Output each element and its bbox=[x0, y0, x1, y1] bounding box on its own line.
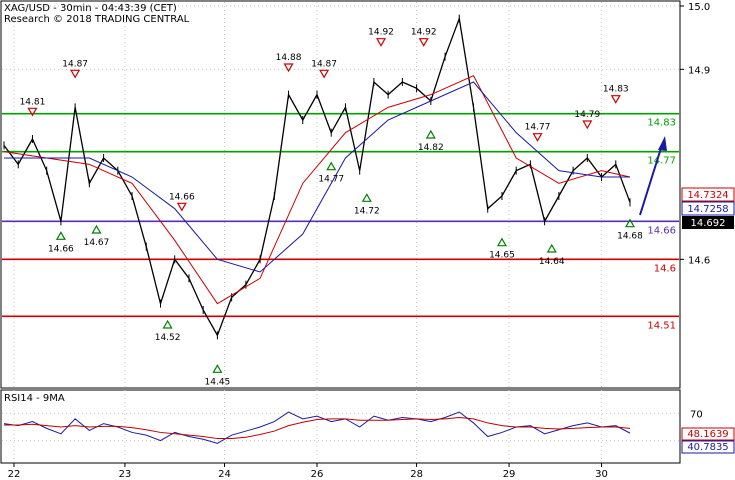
rsi-title: RSI14 - 9MA bbox=[4, 393, 65, 404]
price-box-last-label: 14.692 bbox=[691, 218, 726, 229]
annotation-label: 14.77 bbox=[525, 123, 551, 133]
annotation-label: 14.77 bbox=[318, 175, 344, 185]
support-marker-icon bbox=[326, 161, 337, 171]
price-panel-frame bbox=[0, 0, 681, 389]
level-label: 14.77 bbox=[647, 156, 676, 167]
annotation-label: 14.72 bbox=[354, 206, 380, 216]
annotation-label: 14.82 bbox=[418, 143, 444, 153]
rsi-layer: 7030 bbox=[2, 409, 703, 448]
level-label: 14.6 bbox=[654, 263, 676, 274]
annotation-label: 14.79 bbox=[574, 110, 600, 120]
x-tick-label: 29 bbox=[503, 469, 516, 480]
annotation-label: 14.66 bbox=[169, 192, 195, 202]
chart-copyright: Research © 2018 TRADING CENTRAL bbox=[4, 14, 190, 25]
resistance-marker-icon bbox=[319, 69, 330, 79]
rsi-tick-label: 70 bbox=[690, 409, 703, 420]
chart-window: 14.83 14.77 14.66 14.6 14.51 14.81 14.87 14.66… bbox=[0, 0, 735, 480]
annotation-label: 14.67 bbox=[84, 238, 110, 248]
price-chart: 14.83 14.77 14.66 14.6 14.51 14.81 14.87 14.66… bbox=[0, 0, 735, 480]
x-tick-label: 24 bbox=[218, 469, 231, 480]
support-marker-icon bbox=[496, 237, 507, 247]
level-label: 14.66 bbox=[647, 225, 676, 236]
resistance-marker-icon bbox=[176, 202, 187, 212]
annotation-label: 14.66 bbox=[48, 244, 74, 254]
annotation-label: 14.88 bbox=[276, 53, 302, 63]
price-box-red-label: 14.7324 bbox=[687, 190, 728, 201]
annotation-label: 14.87 bbox=[62, 59, 88, 69]
support-marker-icon bbox=[55, 231, 66, 240]
annotation-label: 14.87 bbox=[311, 59, 337, 69]
chart-title: XAG/USD - 30min - 04:43:39 (CET) bbox=[4, 3, 177, 14]
support-marker-icon bbox=[162, 319, 173, 329]
resistance-marker-icon bbox=[375, 38, 387, 47]
level-label: 14.51 bbox=[647, 320, 676, 331]
annotation-label: 14.81 bbox=[20, 97, 46, 107]
annotation-label: 14.68 bbox=[617, 232, 643, 242]
support-marker-icon bbox=[546, 243, 557, 253]
annotation-label: 14.64 bbox=[539, 257, 565, 267]
x-tick-label: 26 bbox=[311, 469, 324, 480]
annotation-label: 14.65 bbox=[489, 251, 515, 261]
support-marker-icon bbox=[361, 193, 372, 202]
resistance-marker-icon bbox=[70, 69, 81, 79]
axis-layer: 15.0 14.9 14.6 22 23 24 26 28 29 30 bbox=[8, 2, 711, 480]
price-box-blue-label: 14.7258 bbox=[687, 204, 728, 215]
resistance-marker-icon bbox=[610, 95, 621, 104]
rsi-ma-line bbox=[4, 416, 631, 440]
grid-layer bbox=[2, 2, 679, 462]
annotation-label: 14.92 bbox=[411, 28, 437, 38]
x-tick-label: 22 bbox=[8, 469, 21, 480]
level-layer: 14.83 14.77 14.66 14.6 14.51 bbox=[2, 112, 679, 331]
x-tick-label: 30 bbox=[595, 469, 608, 480]
annotation-label: 14.83 bbox=[603, 85, 629, 95]
support-marker-icon bbox=[425, 129, 436, 139]
annotation-label: 14.52 bbox=[155, 333, 181, 343]
resistance-marker-icon bbox=[283, 63, 294, 73]
annotation-label: 14.45 bbox=[205, 377, 231, 387]
annotation-label: 14.92 bbox=[368, 28, 394, 38]
y-tick-label: 14.9 bbox=[688, 65, 710, 76]
rsi-box-rsi-label: 40.7835 bbox=[687, 442, 728, 453]
x-tick-label: 23 bbox=[119, 469, 132, 480]
resistance-marker-icon bbox=[418, 38, 429, 47]
y-tick-label: 14.6 bbox=[688, 255, 710, 266]
forecast-arrow-icon bbox=[639, 136, 667, 216]
x-tick-label: 28 bbox=[410, 469, 423, 480]
resistance-marker-icon bbox=[582, 120, 593, 130]
support-marker-icon bbox=[212, 364, 223, 373]
support-marker-icon bbox=[91, 224, 102, 234]
annotation-layer: 14.81 14.87 14.66 14.67 14.66 14.52 14.45 14.88… bbox=[20, 28, 644, 388]
level-label: 14.83 bbox=[647, 118, 676, 129]
rsi-box-ma-label: 48.1639 bbox=[687, 429, 728, 440]
resistance-marker-icon bbox=[532, 133, 543, 142]
y-tick-label: 15.0 bbox=[688, 2, 710, 13]
